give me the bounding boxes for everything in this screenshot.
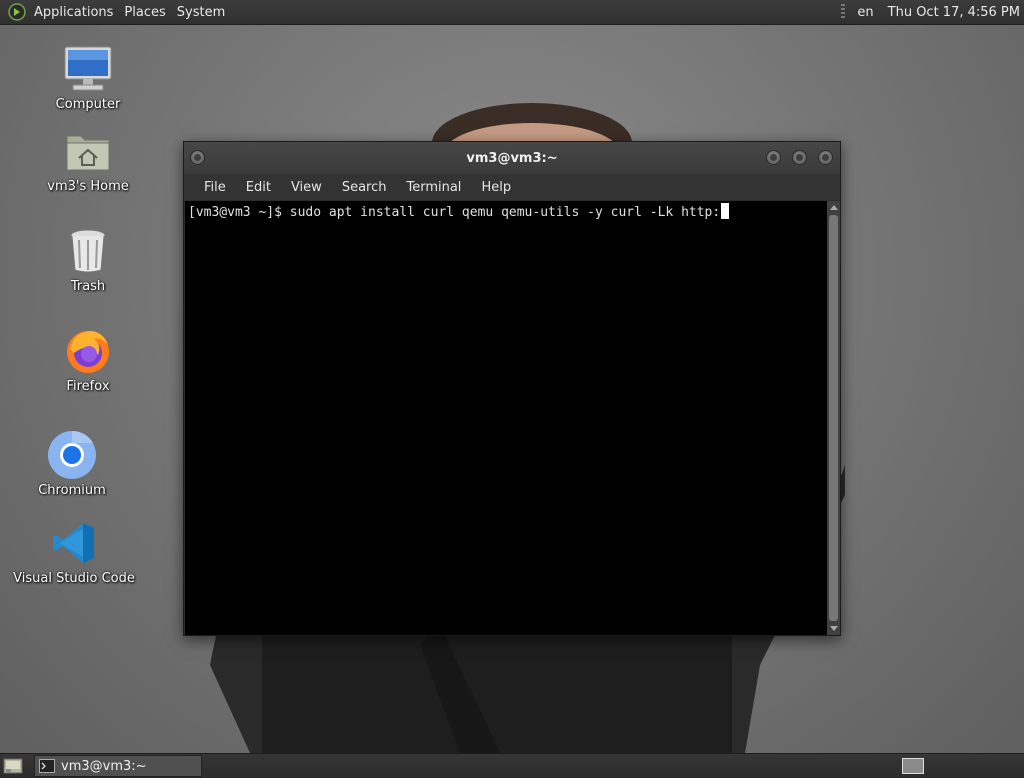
bottom-panel: vm3@vm3:~ (0, 753, 1024, 778)
desktop-icon-label: Visual Studio Code (13, 571, 135, 586)
trash-icon (63, 226, 113, 276)
minimize-button[interactable] (766, 150, 781, 165)
menu-terminal[interactable]: Terminal (396, 180, 471, 195)
top-panel: Applications Places System en Thu Oct 17… (0, 0, 1024, 25)
terminal-icon (39, 759, 55, 773)
system-menu[interactable]: System (177, 5, 234, 20)
terminal-titlebar[interactable]: vm3@vm3:~ (184, 142, 840, 174)
show-desktop-icon[interactable] (3, 757, 23, 775)
panel-separator (841, 4, 846, 20)
vscode-icon (49, 518, 99, 568)
terminal-output[interactable]: [vm3@vm3 ~]$ sudo apt install curl qemu … (185, 201, 827, 635)
taskbar-terminal-button[interactable]: vm3@vm3:~ (34, 755, 202, 777)
desktop-icon-firefox[interactable]: Firefox (33, 326, 143, 394)
workspace-switcher[interactable] (902, 758, 924, 774)
scroll-down-arrow-icon[interactable] (830, 626, 838, 631)
maximize-button[interactable] (792, 150, 807, 165)
desktop-icon-label: vm3's Home (47, 179, 129, 194)
home-folder-icon (63, 126, 113, 176)
applications-menu[interactable]: Applications (34, 5, 122, 20)
menu-view[interactable]: View (281, 180, 332, 195)
desktop-icon-chromium[interactable]: Chromium (17, 430, 127, 498)
terminal-window[interactable]: vm3@vm3:~ File Edit View Search Terminal… (183, 141, 841, 636)
desktop-icon-vscode[interactable]: Visual Studio Code (13, 518, 135, 586)
desktop-icon-trash[interactable]: Trash (33, 226, 143, 294)
close-button[interactable] (818, 150, 833, 165)
desktop-icon-label: Firefox (66, 379, 110, 394)
menu-help[interactable]: Help (471, 180, 521, 195)
scroll-up-arrow-icon[interactable] (830, 205, 838, 210)
computer-icon (63, 44, 113, 94)
desktop-icon-label: Trash (70, 279, 106, 294)
terminal-scrollbar[interactable] (827, 201, 840, 635)
desktop-icon-home[interactable]: vm3's Home (33, 126, 143, 194)
taskbar-label: vm3@vm3:~ (61, 758, 147, 774)
text-cursor (721, 203, 730, 219)
desktop-icon-label: Computer (55, 97, 121, 112)
chromium-icon (47, 430, 97, 480)
desktop-icon-computer[interactable]: Computer (33, 44, 143, 112)
mate-logo-icon[interactable] (8, 3, 26, 21)
scroll-thumb[interactable] (829, 215, 838, 621)
desktop-icon-label: Chromium (38, 483, 106, 498)
window-title: vm3@vm3:~ (466, 150, 558, 166)
menu-edit[interactable]: Edit (236, 180, 281, 195)
menu-search[interactable]: Search (332, 180, 397, 195)
firefox-icon (63, 326, 113, 376)
keyboard-layout-indicator[interactable]: en (857, 5, 873, 20)
menu-file[interactable]: File (194, 180, 236, 195)
panel-right-area: en Thu Oct 17, 4:56 PM (841, 0, 1024, 24)
clock[interactable]: Thu Oct 17, 4:56 PM (888, 5, 1020, 20)
terminal-menubar: File Edit View Search Terminal Help (184, 174, 840, 200)
window-menu-button[interactable] (190, 150, 205, 165)
command-line: [vm3@vm3 ~]$ sudo apt install curl qemu … (188, 205, 721, 220)
places-menu[interactable]: Places (124, 5, 174, 20)
